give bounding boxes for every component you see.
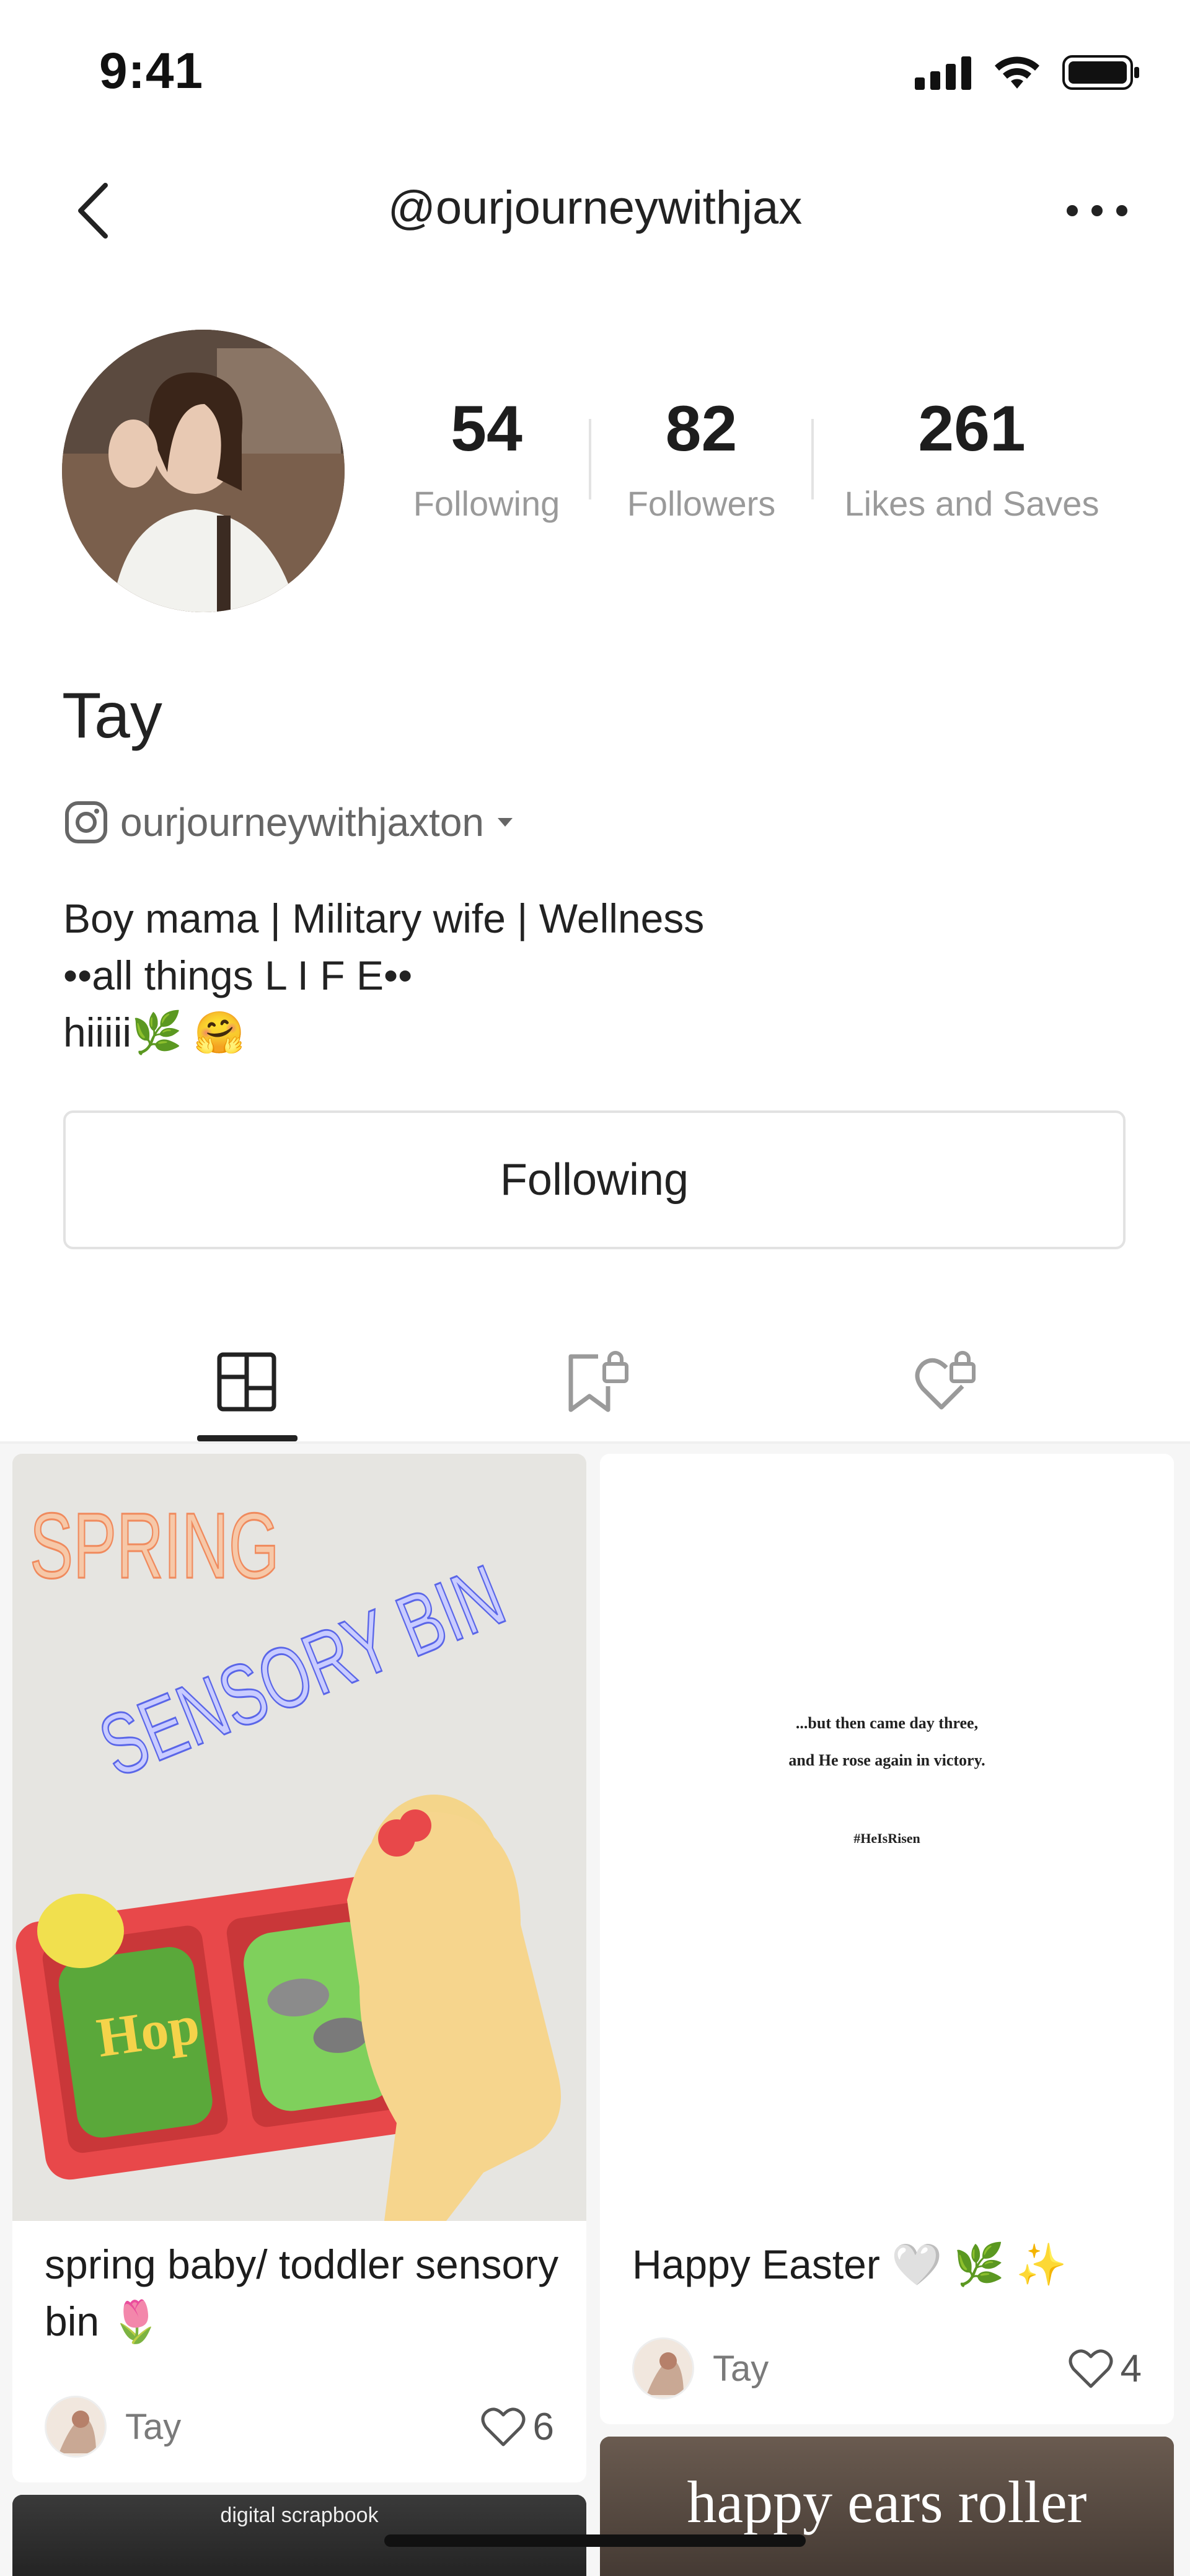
battery-icon: [1062, 55, 1139, 90]
bio-line: ••all things L I F E••: [63, 952, 413, 998]
quote-hashtag: #HeIsRisen: [853, 1831, 920, 1846]
author-name: Tay: [713, 2348, 769, 2389]
tab-posts[interactable]: [185, 1326, 309, 1438]
tab-liked[interactable]: [881, 1326, 1005, 1438]
post-card[interactable]: ...but then came day three, and He rose …: [600, 1454, 1174, 2424]
post-meta: Tay 6: [45, 2396, 554, 2458]
like-button[interactable]: 4: [1069, 2347, 1142, 2391]
post-title: spring baby/ toddler sensory bin 🌷: [45, 2241, 559, 2344]
profile-tabs: [0, 1314, 1190, 1444]
avatar-photo: [62, 330, 345, 612]
bio-line: hiiiii🌿 🤗: [63, 1009, 245, 1055]
post-card[interactable]: SPRING SENSORY BIN Hop spring baby/ todd…: [12, 1454, 586, 2482]
signal-icon: [915, 56, 971, 90]
like-count: 4: [1120, 2347, 1142, 2390]
author-avatar-image: [634, 2339, 692, 2398]
like-button[interactable]: 6: [481, 2405, 554, 2449]
heart-icon: [1069, 2349, 1113, 2388]
following-button[interactable]: Following: [63, 1110, 1126, 1249]
more-dots-icon: [1067, 205, 1127, 216]
stat-value: 54: [451, 393, 522, 465]
author-avatar[interactable]: [45, 2396, 107, 2458]
profile-bio: Boy mama | Military wife | Wellness ••al…: [63, 890, 704, 1061]
more-options-button[interactable]: [1060, 180, 1134, 242]
post-title: Happy Easter 🤍 🌿 ✨: [632, 2241, 1067, 2287]
quote-line: and He rose again in victory.: [788, 1751, 985, 1769]
instagram-link[interactable]: ourjourneywithjaxton: [64, 799, 514, 845]
instagram-handle: ourjourneywithjaxton: [120, 800, 484, 845]
author-avatar[interactable]: [632, 2337, 694, 2399]
like-count: 6: [532, 2405, 554, 2448]
post-image-caption: digital scrapbook: [220, 2503, 379, 2527]
stat-following[interactable]: 54 Following: [384, 397, 589, 524]
stat-likes-saves[interactable]: 261 Likes and Saves: [814, 397, 1130, 524]
stat-value: 82: [665, 393, 738, 465]
post-image-caption: happy ears roller: [687, 2469, 1087, 2535]
wifi-icon: [995, 56, 1039, 89]
profile-name: Tay: [62, 680, 162, 752]
home-indicator[interactable]: [384, 2534, 806, 2547]
profile-avatar[interactable]: [62, 330, 345, 612]
bio-line: Boy mama | Military wife | Wellness: [63, 895, 705, 941]
stat-label: Likes and Saves: [844, 484, 1100, 523]
stat-label: Following: [413, 484, 560, 523]
status-icons: [915, 55, 1140, 90]
stat-label: Followers: [627, 484, 776, 523]
post-card[interactable]: happy ears roller: [600, 2437, 1174, 2576]
profile-stats: 54 Following 82 Followers 261 Likes and …: [384, 397, 1140, 545]
status-bar: 9:41: [0, 0, 1190, 143]
instagram-icon: [65, 801, 107, 843]
author-name: Tay: [125, 2406, 182, 2447]
author-avatar-image: [46, 2398, 105, 2456]
bookmark-lock-icon: [568, 1351, 628, 1412]
stat-value: 261: [918, 393, 1026, 465]
status-time: 9:41: [99, 43, 204, 99]
tab-collections[interactable]: [534, 1326, 658, 1438]
caret-down-icon: [498, 818, 513, 827]
image-text-spring: SPRING: [30, 1495, 280, 1598]
profile-header: @ourjourneywithjax: [0, 143, 1190, 279]
heart-icon: [481, 2407, 526, 2446]
post-image: ...but then came day three, and He rose …: [600, 1454, 1174, 2221]
post-meta: Tay 4: [632, 2337, 1142, 2399]
sensory-bin-image: SPRING SENSORY BIN Hop: [12, 1454, 586, 2221]
stat-followers[interactable]: 82 Followers: [591, 397, 811, 524]
active-tab-indicator: [197, 1435, 298, 1441]
quote-line: ...but then came day three,: [795, 1714, 979, 1732]
post-image: SPRING SENSORY BIN Hop: [12, 1454, 586, 2221]
page-title: @ourjourneywithjax: [387, 182, 803, 234]
grid-icon: [217, 1352, 276, 1412]
heart-lock-icon: [915, 1351, 976, 1410]
